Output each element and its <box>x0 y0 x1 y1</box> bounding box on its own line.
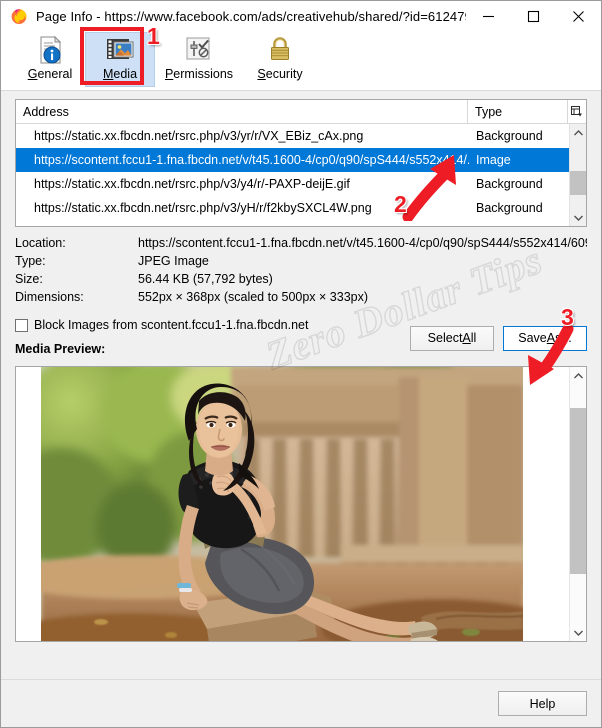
media-list[interactable]: Address Type https://static.xx.fbcdn.net… <box>15 99 587 227</box>
block-images-checkbox[interactable] <box>15 318 28 332</box>
tab-permissions[interactable]: Permissions <box>155 32 243 87</box>
scrollbar-thumb[interactable] <box>570 171 586 195</box>
media-preview-pane <box>15 366 587 642</box>
preview-header-row: Media Preview: Select All Save As... <box>15 325 587 361</box>
help-button[interactable]: Help <box>498 691 587 716</box>
media-preview-label: Media Preview: <box>15 342 106 356</box>
table-row[interactable]: https://scontent.fccu1-1.fna.fbcdn.net/v… <box>16 148 569 172</box>
size-label: Size: <box>15 272 43 286</box>
preview-actions: Select All Save As... <box>410 325 587 351</box>
dimensions-label: Dimensions: <box>15 290 84 304</box>
general-info-icon <box>34 35 66 65</box>
type-label: Type: <box>15 254 46 268</box>
media-list-body: https://static.xx.fbcdn.net/rsrc.php/v3/… <box>16 124 586 226</box>
row-address: https://scontent.fccu1-1.fna.fbcdn.net/v… <box>34 153 469 167</box>
tab-permissions-label: Permissions <box>164 67 234 81</box>
table-row[interactable]: https://static.xx.fbcdn.net/rsrc.php/v3/… <box>16 172 569 196</box>
row-type: Background <box>476 129 543 143</box>
permissions-sliders-icon <box>183 35 215 65</box>
firefox-logo-icon <box>10 7 28 25</box>
page-info-toolbar: General Media Permissions Security <box>1 32 601 91</box>
tab-security[interactable]: Security <box>243 32 317 87</box>
tab-general-label: General <box>27 67 73 81</box>
media-panel: Address Type https://static.xx.fbcdn.net… <box>1 91 601 679</box>
media-list-header: Address Type <box>16 100 586 124</box>
scroll-down-icon[interactable] <box>570 209 586 226</box>
dimensions-value: 552px × 368px (scaled to 500px × 333px) <box>138 290 369 304</box>
tab-general[interactable]: General <box>15 32 85 87</box>
tab-media[interactable]: Media <box>85 32 155 87</box>
location-value: https://scontent.fccu1-1.fna.fbcdn.net/v… <box>138 236 587 250</box>
media-filmstrip-icon <box>104 35 136 65</box>
media-list-scrollbar[interactable] <box>569 124 586 226</box>
preview-scrollbar[interactable] <box>569 367 586 641</box>
table-row[interactable]: https://static.xx.fbcdn.net/rsrc.php/v3/… <box>16 124 569 148</box>
scrollbar-track[interactable] <box>570 141 586 209</box>
media-details: Location: https://scontent.fccu1-1.fna.f… <box>15 236 587 304</box>
row-address: https://static.xx.fbcdn.net/rsrc.php/v3/… <box>34 201 372 215</box>
preview-scrollbar-thumb[interactable] <box>570 408 586 574</box>
security-padlock-icon <box>264 35 296 65</box>
select-all-button[interactable]: Select All <box>410 325 494 351</box>
row-address: https://static.xx.fbcdn.net/rsrc.php/v3/… <box>34 129 364 143</box>
type-value: JPEG Image <box>138 254 209 268</box>
close-button[interactable] <box>556 1 601 31</box>
column-header-type[interactable]: Type <box>468 100 568 123</box>
tab-media-label: Media <box>102 67 138 81</box>
row-type: Background <box>476 177 543 191</box>
preview-image <box>41 367 523 641</box>
scroll-up-icon[interactable] <box>570 124 586 141</box>
block-images-label: Block Images from scontent.fccu1-1.fna.f… <box>34 318 309 332</box>
save-as-button[interactable]: Save As... <box>503 325 587 351</box>
size-value: 56.44 KB (57,792 bytes) <box>138 272 273 286</box>
title-bar: Page Info - https://www.facebook.com/ads… <box>1 1 601 32</box>
preview-scrollbar-track[interactable] <box>570 384 586 624</box>
media-preview-viewport <box>16 367 569 641</box>
location-label: Location: <box>15 236 66 250</box>
dialog-footer: Help <box>1 679 601 727</box>
table-row[interactable]: https://static.xx.fbcdn.net/rsrc.php/v3/… <box>16 196 569 220</box>
preview-scroll-down-icon[interactable] <box>570 624 586 641</box>
tab-security-label: Security <box>257 67 303 81</box>
row-type: Image <box>476 153 511 167</box>
preview-scroll-up-icon[interactable] <box>570 367 586 384</box>
row-type: Background <box>476 201 543 215</box>
row-address: https://static.xx.fbcdn.net/rsrc.php/v3/… <box>34 177 350 191</box>
media-list-rows: https://static.xx.fbcdn.net/rsrc.php/v3/… <box>16 124 569 226</box>
column-picker-icon[interactable] <box>568 100 586 123</box>
window-title: Page Info - https://www.facebook.com/ads… <box>36 8 466 24</box>
maximize-button[interactable] <box>511 1 556 31</box>
page-info-window: Page Info - https://www.facebook.com/ads… <box>0 0 602 728</box>
column-header-address[interactable]: Address <box>16 100 468 123</box>
minimize-button[interactable] <box>466 1 511 31</box>
